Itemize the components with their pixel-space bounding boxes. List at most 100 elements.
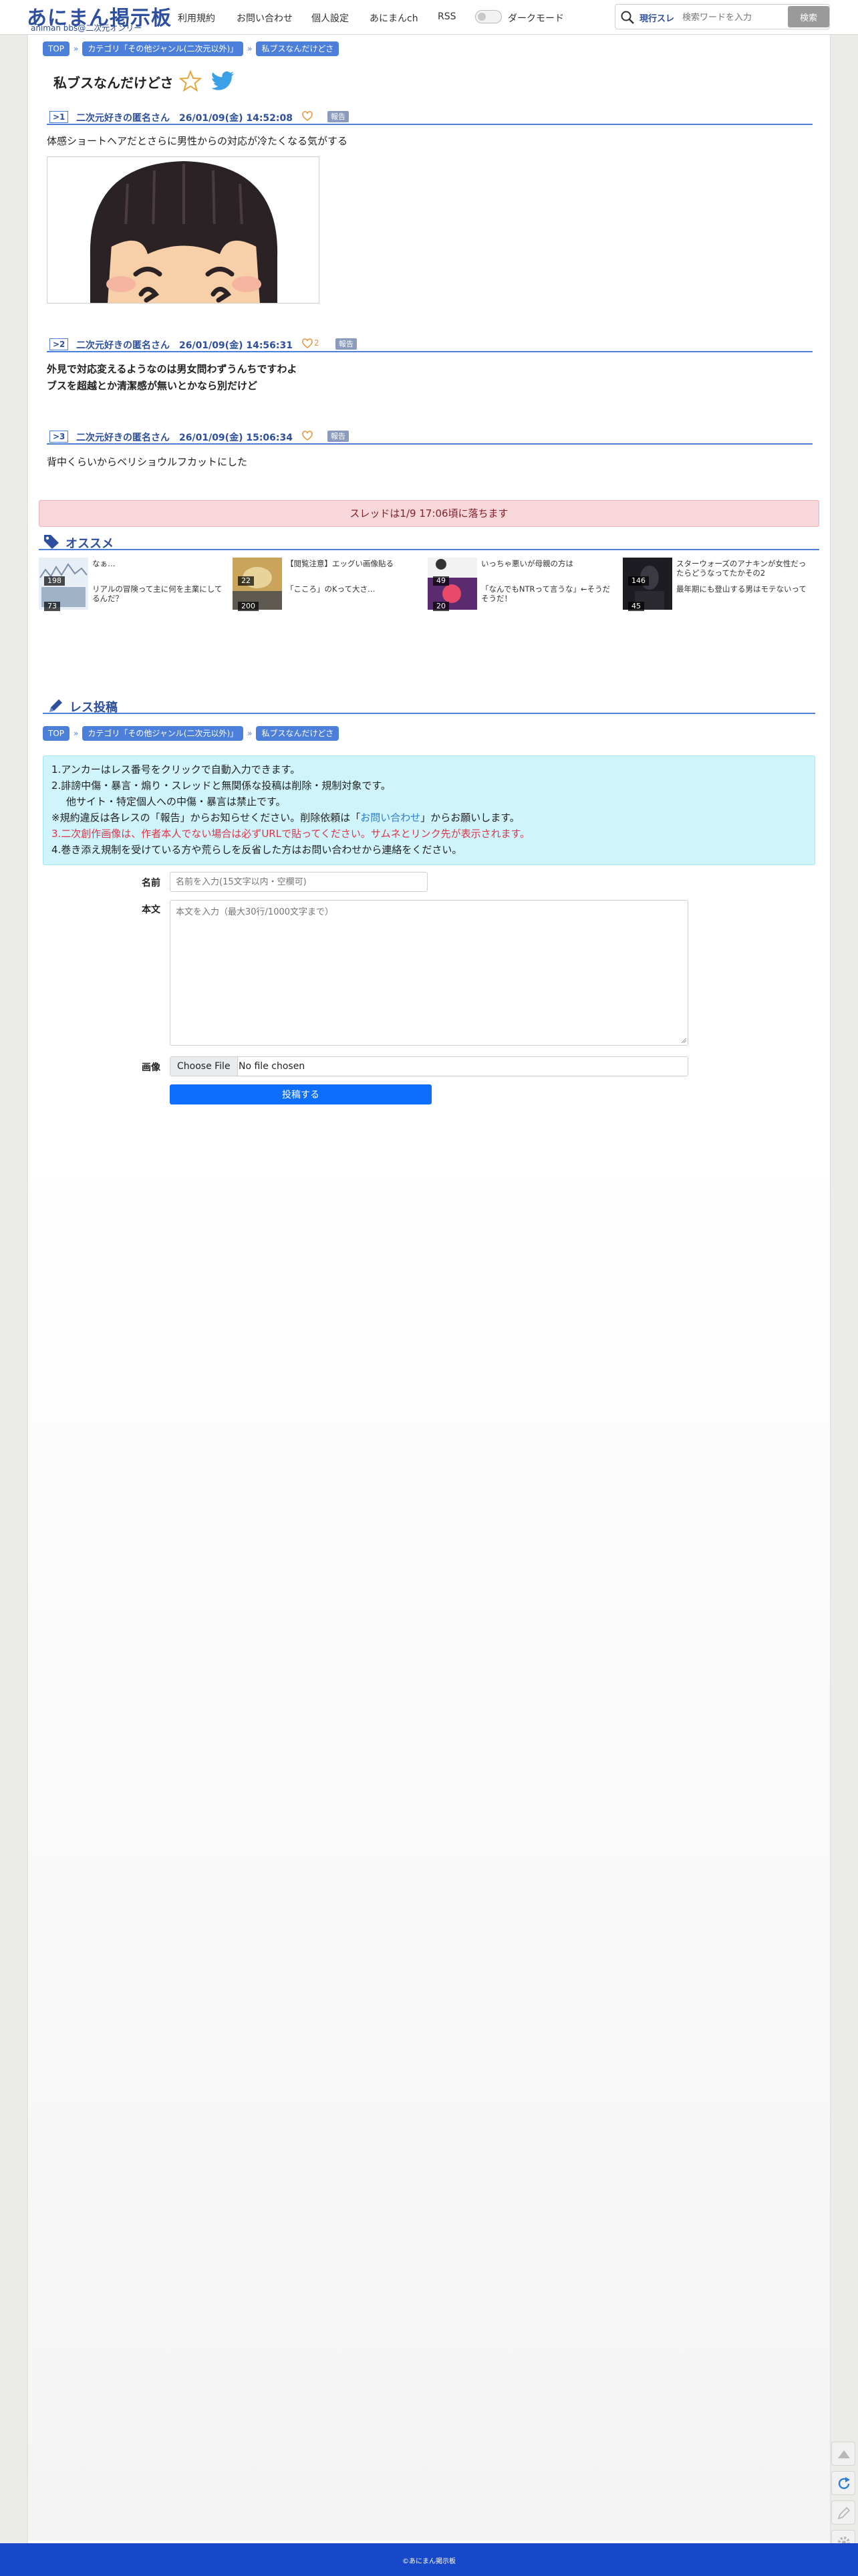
breadcrumb: TOP » カテゴリ「その他ジャンル(二次元以外)」 » 私ブスなんだけどさ	[43, 726, 339, 741]
post-header-1: >1 二次元好きの匿名さん 26/01/09(金) 14:52:08 報告	[47, 110, 813, 125]
body-label: 本文	[142, 905, 160, 915]
view-count-badge: 49	[433, 576, 449, 586]
post-number[interactable]: >2	[49, 338, 69, 350]
like-count: 2	[314, 338, 319, 348]
recommend-card-1[interactable]: 198 73 なぁ… リアルの冒険って主に何を主業にしてるんだ？	[39, 558, 233, 611]
name-field[interactable]	[170, 872, 428, 892]
view-count-badge: 198	[44, 576, 65, 586]
rule-line: 2.誹謗中傷・暴言・煽り・スレッドと無関係な投稿は削除・規制対象です。	[51, 780, 391, 792]
dark-mode-toggle[interactable]	[475, 10, 502, 23]
thread-expiry-notice: スレッドは1/9 17:06頃に落ちます	[39, 500, 819, 527]
nav-settings[interactable]: 個人設定	[311, 11, 349, 25]
breadcrumb-top[interactable]: TOP	[43, 726, 70, 741]
like-heart-icon[interactable]	[302, 111, 313, 122]
breadcrumb-top[interactable]: TOP	[43, 41, 70, 56]
recommend-title[interactable]: 【閲覧注意】エッグい画像貼る	[286, 559, 420, 568]
recommend-header: オススメ	[39, 533, 819, 551]
post-body-3: 背中くらいからベリショウルフカットにした	[47, 454, 247, 471]
image-file-input[interactable]: Choose File No file chosen	[170, 1056, 688, 1076]
choose-file-button[interactable]: Choose File	[170, 1057, 238, 1076]
reload-button[interactable]	[831, 2471, 855, 2495]
breadcrumb-separator: »	[74, 44, 79, 53]
post-meta: 二次元好きの匿名さん 26/01/09(金) 14:52:08	[76, 113, 293, 124]
reload-icon	[838, 2477, 850, 2489]
report-button[interactable]: 報告	[327, 431, 349, 442]
recommend-title[interactable]: 最年期にも登山する男はモテないって	[676, 584, 810, 594]
twitter-share-icon[interactable]	[211, 71, 235, 91]
recommend-card-2[interactable]: 22 200 【閲覧注意】エッグい画像貼る 「こころ」のKって大さ…	[233, 558, 426, 611]
name-label: 名前	[142, 878, 160, 889]
post-number[interactable]: >1	[49, 111, 69, 123]
recommend-title[interactable]: いっちゃ悪いが母親の方は	[481, 559, 615, 568]
search-scope[interactable]: 現行スレ	[639, 11, 674, 24]
recommend-title[interactable]: なぁ…	[92, 559, 226, 568]
contact-link[interactable]: お問い合わせ	[360, 812, 420, 824]
reply-form-heading: レス投稿	[69, 701, 118, 715]
rule-text: ※規約違反は各レスの「報告」からお知らせください。削除依頼は「	[51, 812, 361, 824]
reply-count-badge: 200	[238, 602, 259, 611]
nav-animanch[interactable]: あにまんch	[370, 11, 418, 25]
rule-line: 1.アンカーはレス番号をクリックで自動入力できます。	[51, 764, 301, 776]
submit-button[interactable]: 投稿する	[170, 1084, 432, 1104]
favorite-star-icon[interactable]	[179, 70, 202, 92]
recommend-card-3[interactable]: 49 20 いっちゃ悪いが母親の方は 「なんでもNTRって言うな」←そうだそうだ…	[428, 558, 621, 611]
rule-line: 4.巻き添え規制を受けている方や荒らしを反省した方はお問い合わせから連絡をくださ…	[51, 844, 462, 856]
reply-form-header: レス投稿	[43, 697, 815, 715]
copyright: ©あにまん掲示板	[402, 2558, 456, 2565]
breadcrumb-separator: »	[247, 729, 253, 738]
post-meta: 二次元好きの匿名さん 26/01/09(金) 15:06:34	[76, 433, 293, 443]
recommend-title[interactable]: 「こころ」のKって大さ…	[286, 584, 420, 594]
view-count-badge: 22	[238, 576, 254, 586]
report-button[interactable]: 報告	[327, 111, 349, 122]
reply-count-badge: 45	[628, 602, 644, 611]
like-heart-icon[interactable]	[302, 338, 313, 349]
image-label: 画像	[142, 1062, 160, 1073]
rule-text: 」からお願いします。	[420, 812, 520, 824]
breadcrumb-category[interactable]: カテゴリ「その他ジャンル(二次元以外)」	[82, 41, 244, 56]
like-heart-icon[interactable]	[302, 431, 313, 441]
post-meta: 二次元好きの匿名さん 26/01/09(金) 14:56:31	[76, 340, 293, 351]
post-number[interactable]: >3	[49, 431, 69, 443]
breadcrumb-thread[interactable]: 私ブスなんだけどさ	[256, 726, 339, 741]
breadcrumb-thread[interactable]: 私ブスなんだけどさ	[256, 41, 339, 56]
body-field[interactable]	[170, 900, 688, 1046]
rule-line: ※規約違反は各レスの「報告」からお知らせください。削除依頼は「お問い合わせ」から…	[51, 810, 520, 826]
nav-contact[interactable]: お問い合わせ	[237, 11, 293, 25]
tag-icon	[44, 535, 59, 549]
reply-count-badge: 20	[433, 602, 449, 611]
recommend-title[interactable]: リアルの冒険って主に何を主業にしてるんだ？	[92, 584, 226, 603]
search-input[interactable]	[682, 10, 782, 25]
site-footer: ©あにまん掲示板	[0, 2543, 858, 2576]
dark-mode-label: ダークモード	[508, 13, 564, 24]
site-logo-subtitle: animan bbs@二次元オンリー	[31, 23, 142, 33]
rule-line-warning: 3.二次創作画像は、作者本人でない場合は必ずURLで貼ってください。サムネとリン…	[51, 828, 531, 840]
nav-terms[interactable]: 利用規約	[178, 11, 215, 25]
recommend-title[interactable]: スターウォーズのアナキンが女性だったらどうなってたかその2	[676, 559, 810, 578]
pencil-icon	[49, 699, 62, 712]
write-button[interactable]	[831, 2500, 855, 2525]
thread-title: 私ブスなんだけどさ	[53, 75, 174, 91]
breadcrumb-category[interactable]: カテゴリ「その他ジャンル(二次元以外)」	[82, 726, 244, 741]
breadcrumb-separator: »	[74, 729, 79, 738]
girl-illustration-image	[47, 157, 319, 303]
nav-rss[interactable]: RSS	[438, 11, 456, 22]
recommend-card-4[interactable]: 146 45 スターウォーズのアナキンが女性だったらどうなってたかその2 最年期…	[623, 558, 817, 611]
post-line: 背中くらいからベリショウルフカットにした	[47, 456, 248, 468]
breadcrumb: TOP » カテゴリ「その他ジャンル(二次元以外)」 » 私ブスなんだけどさ	[43, 41, 339, 56]
search-box: 現行スレ 検索	[615, 4, 830, 29]
recommend-title[interactable]: 「なんでもNTRって言うな」←そうだそうだ！	[481, 584, 615, 603]
rule-line: 他サイト・特定個人への中傷・暴言は禁止です。	[66, 796, 286, 808]
scroll-top-button[interactable]	[831, 2442, 855, 2466]
resize-grip-icon[interactable]	[680, 1037, 687, 1044]
post-image[interactable]	[47, 156, 319, 304]
toggle-knob	[478, 13, 486, 21]
post-line: ブスを超越とか清潔感が無いとかなら別だけど	[47, 380, 258, 392]
report-button[interactable]: 報告	[335, 338, 357, 350]
post-body-2: 外見で対応変えるようなのは男女問わずうんちですわよ ブスを超越とか清潔感が無いと…	[47, 361, 297, 394]
post-header-2: >2 二次元好きの匿名さん 26/01/09(金) 14:56:31 2 報告	[47, 338, 813, 352]
post-line: 外見で対応変えるようなのは男女問わずうんちですわよ	[47, 363, 297, 375]
search-button[interactable]: 検索	[788, 6, 829, 27]
search-icon	[621, 11, 634, 24]
recommend-heading: オススメ	[65, 537, 114, 551]
post-line: 体感ショートヘアだとさらに男性からの対応が冷たくなる気がする	[47, 135, 348, 147]
